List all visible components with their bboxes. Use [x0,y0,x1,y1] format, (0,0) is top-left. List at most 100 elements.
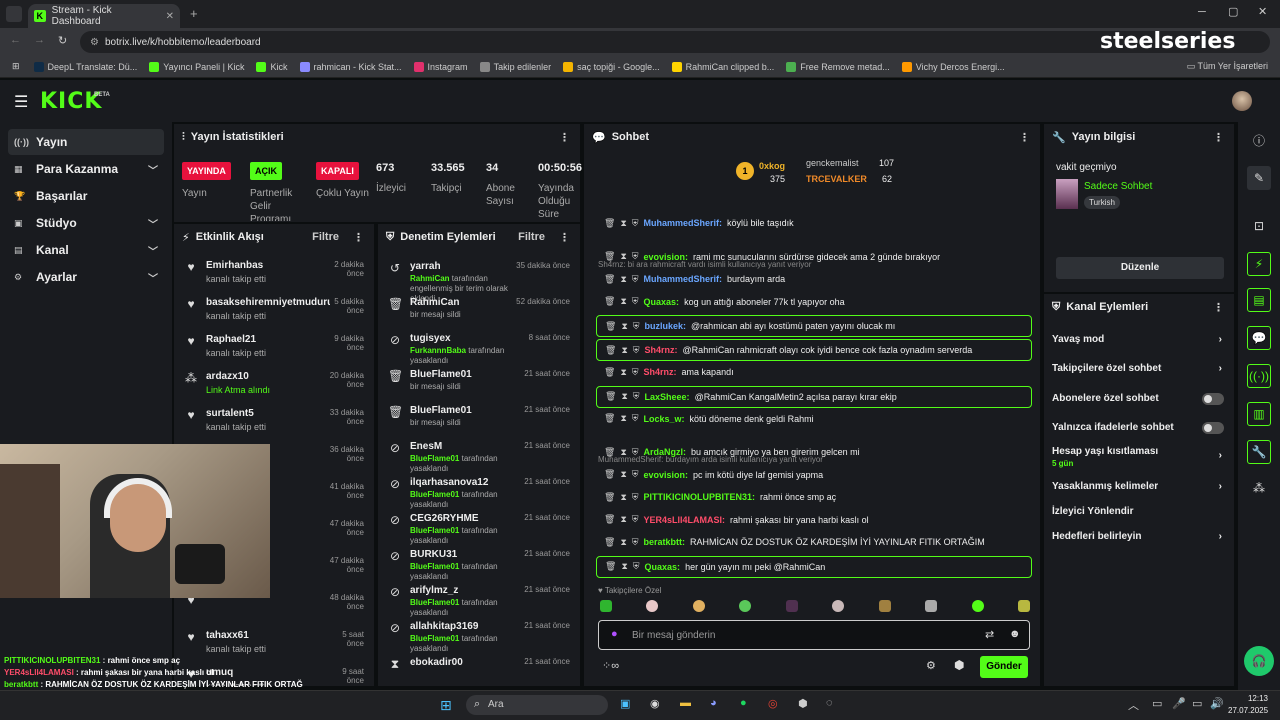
chat-username[interactable]: Sh4rnz: [644,367,677,377]
chat-message[interactable]: 🗑 ⧗ ⛨ MuhammedSherif: burdayım arda [596,270,1032,288]
timeout-icon[interactable]: ⧗ [620,492,626,503]
emote-icon[interactable] [646,600,659,612]
delete-icon[interactable]: 🗑 [605,391,616,402]
emote-icon[interactable] [1017,600,1030,612]
chat-username[interactable]: evovision: [644,470,689,480]
apps-icon[interactable]: ⊞ [12,61,20,72]
timeout-icon[interactable]: ⧗ [620,514,626,525]
chat-message[interactable]: 🗑 ⧗ ⛨ Sh4rnz: @RahmiCan rahmicraft olayı cok… [596,339,1032,361]
chat-icon[interactable]: 💬 [1247,326,1271,350]
ban-icon[interactable]: ⛨ [632,296,639,307]
chat-message[interactable]: 🗑 ⧗ ⛨ Quaxas: her gün yayın mı peki @RahmiCa… [596,555,1032,578]
list-item[interactable]: ♥ surtalent5 kanalı takip etti 33 dakika ön… [174,398,374,434]
forward-icon[interactable]: → [34,34,45,46]
chat-message[interactable]: 🗑 ⧗ ⛨ ArdaNgzl: bu amcık girmiyo ya ben gire… [596,443,1032,461]
reload-icon[interactable]: ↻ [58,34,67,47]
emote-icon[interactable] [832,600,845,612]
chat-more-icon[interactable]: ⋮ [1019,131,1030,144]
chevron-down-icon[interactable]: ﹀ [148,243,158,258]
ban-icon[interactable]: ⛨ [633,345,640,356]
chat-message[interactable]: 🗑 ⧗ ⛨ PITTIKICINOLUPBITEN31: rahmi önce smp … [596,488,1032,506]
translate-icon[interactable]: ⇄ [985,628,994,641]
emote-icon[interactable] [785,600,798,612]
chat-username[interactable]: buzlukek: [645,321,687,331]
send-button[interactable]: Gönder [980,656,1028,678]
emote-icon[interactable] [878,600,891,612]
bot-icon[interactable]: ⬢ [954,658,964,672]
tray-up-icon[interactable]: ︿ [1128,697,1139,713]
new-tab-icon[interactable]: + [190,6,198,21]
start-icon[interactable]: ⊞ [440,697,452,714]
chat-settings-icon[interactable]: ⚙ [926,659,936,672]
chevron-down-icon[interactable]: ﹀ [148,162,158,177]
spotify-icon[interactable]: ● [740,697,747,709]
chevron-right-icon[interactable]: › [1219,531,1222,542]
delete-icon[interactable]: 🗑 [604,492,615,503]
chevron-right-icon[interactable]: › [1219,450,1222,461]
support-icon[interactable]: 🎧 [1244,646,1274,676]
chat-tools-icon[interactable]: ⁘∞ [602,659,619,672]
emote-icon[interactable] [692,600,705,612]
chevron-right-icon[interactable]: › [1219,334,1222,345]
discord-icon[interactable]: ◕ [710,697,717,709]
url-field[interactable]: ⚙ botrix.live/k/hobbitemo/leaderboard [80,31,1270,53]
sidebar-item-2[interactable]: ▦ Para Kazanma ﹀ [0,156,172,182]
timeout-icon[interactable]: ⧗ [621,345,627,356]
chat-message[interactable]: 🗑 ⧗ ⛨ buzlukek: @rahmican abi ayı kostümü pa… [596,315,1032,337]
stats-more-icon[interactable]: ⋮ [559,131,570,144]
delete-icon[interactable]: 🗑 [605,345,616,356]
flash-icon[interactable]: ⚡ [1247,252,1271,276]
timeout-icon[interactable]: ⧗ [620,469,626,480]
list-item[interactable]: ⊘ arifylmz_z BlueFlame01 tarafından yasakl… [378,580,580,617]
ban-icon[interactable]: ⛨ [633,561,640,572]
delete-icon[interactable]: 🗑 [604,469,615,480]
chat-message[interactable]: 🗑 ⧗ ⛨ MuhammedSherif: köylü bile taşıdık [596,214,1032,232]
list-item[interactable]: ♥ basaksehiremniyetmuduru kanalı takip ett… [174,287,374,323]
chat-username[interactable]: Locks_w: [644,414,685,424]
tools-icon[interactable]: 🔧 [1247,440,1271,464]
window-close-icon[interactable]: ✕ [1258,5,1267,18]
chat-username[interactable]: Quaxas: [645,562,681,572]
sidebar-item-6[interactable]: ⚙ Ayarlar ﹀ [0,264,172,290]
bookmark-item[interactable]: Takip edilenler [479,61,551,72]
bookmark-item[interactable]: Kick [256,61,288,72]
list-item[interactable]: ⊘ BURKU31 BlueFlame01 tarafından yasakland… [378,544,580,581]
steam-icon[interactable]: ◉ [650,697,660,710]
chat-username[interactable]: MuhammedSherif: [644,274,723,284]
delete-icon[interactable]: 🗑 [604,218,615,229]
taskbar-search[interactable]: ⌕ Ara [466,695,608,715]
chat-message[interactable]: 🗑 ⧗ ⛨ Quaxas: kog un attığı aboneler 77k tl … [596,293,1032,311]
chat-username[interactable]: beratkbtt: [644,537,686,547]
chat-username[interactable]: LaxSheee: [645,392,690,402]
tab-close-icon[interactable]: ✕ [166,11,174,22]
activity-filter-button[interactable]: Filtre [312,231,339,244]
ban-icon[interactable]: ⛨ [632,492,639,503]
delete-icon[interactable]: 🗑 [605,321,616,332]
maximize-icon[interactable]: ▢ [1228,5,1238,18]
ban-icon[interactable]: ⛨ [632,218,639,229]
sidebar-item-1[interactable]: ((·)) Yayın [8,129,164,155]
channel-actions-more-icon[interactable]: ⋮ [1213,301,1224,314]
chevron-down-icon[interactable]: ﹀ [148,270,158,285]
chat-username[interactable]: MuhammedSherif: [644,218,723,228]
volume-icon[interactable]: 🔊 [1210,697,1224,710]
browser-tab[interactable]: K Stream - Kick Dashboard ✕ [28,4,180,28]
edit-button[interactable]: Düzenle [1056,257,1224,279]
folder-icon[interactable]: ▬ [680,697,691,709]
network-icon[interactable]: ▭ [1152,697,1162,710]
channel-action-item[interactable]: Yavaş mod › [1052,334,1232,356]
chat-message[interactable]: 🗑 ⧗ ⛨ Locks_w: kötü döneme denk geldi Rahmi [596,410,1032,428]
chat-input[interactable]: ● Bir mesaj gönderin ⇄ ☻ [598,620,1030,650]
chat-username[interactable]: YER4sLll4LAMASI: [644,515,726,525]
timeout-icon[interactable]: ⧗ [620,413,626,424]
minimize-icon[interactable]: ─ [1198,6,1206,18]
emoji-icon[interactable]: ☻ [1009,628,1021,640]
bookmark-item[interactable]: Free Remove metad... [786,61,890,72]
sidebar-item-4[interactable]: ▣ Stüdyo ﹀ [0,210,172,236]
all-bookmarks-link[interactable]: ▭ Tüm Yer İşaretleri [1187,61,1268,72]
chevron-down-icon[interactable]: ﹀ [148,216,158,231]
cards-icon[interactable]: ▥ [1247,402,1271,426]
delete-icon[interactable]: 🗑 [604,537,615,548]
ban-icon[interactable]: ⛨ [632,537,639,548]
bookmark-item[interactable]: Vichy Dercos Energi... [901,61,1005,72]
